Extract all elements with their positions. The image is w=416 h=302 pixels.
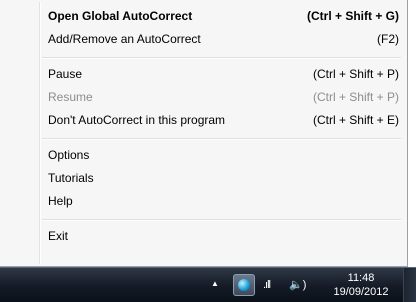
menu-item-dont-autocorrect-program[interactable]: Don't AutoCorrect in this program (Ctrl … (48, 109, 399, 131)
menu-item-shortcut: (Ctrl + Shift + P) (312, 67, 399, 81)
network-signal-icon[interactable]: .ıll (263, 279, 271, 291)
clock-date: 19/09/2012 (333, 286, 389, 298)
clock-time: 11:48 (347, 272, 375, 284)
menu-item-exit[interactable]: Exit (48, 225, 399, 247)
menu-item-label: Pause (48, 67, 83, 81)
system-clock[interactable]: 11:48 19/09/2012 (326, 271, 396, 299)
menu-item-options[interactable]: Options (48, 144, 399, 166)
menu-item-pause[interactable]: Pause (Ctrl + Shift + P) (48, 63, 399, 85)
taskbar: ▲ .ıll 🔈) 11:48 19/09/2012 (0, 267, 416, 302)
menu-item-label: Help (48, 194, 73, 208)
menu-item-label: Don't AutoCorrect in this program (48, 113, 226, 127)
menu-item-label: Open Global AutoCorrect (48, 9, 193, 23)
menu-item-shortcut: (Ctrl + Shift + G) (306, 9, 399, 23)
menu-separator (42, 219, 401, 221)
menu-item-open-global-autocorrect[interactable]: Open Global AutoCorrect (Ctrl + Shift + … (48, 5, 399, 27)
menu-item-label: Tutorials (48, 171, 94, 185)
menu-item-label: Exit (48, 229, 69, 243)
menu-separator (42, 57, 401, 59)
show-hidden-icons-icon[interactable]: ▲ (211, 279, 219, 288)
menu-item-shortcut: (F2) (377, 32, 399, 46)
menu-item-shortcut: (Ctrl + Shift + E) (312, 113, 399, 127)
context-menu: Open Global AutoCorrect (Ctrl + Shift + … (0, 0, 408, 267)
tray-app-globe-icon (238, 279, 250, 291)
show-desktop-button[interactable] (403, 268, 416, 302)
menu-separator (42, 138, 401, 140)
menu-item-shortcut: (Ctrl + Shift + P) (312, 90, 399, 104)
menu-item-label: Resume (48, 90, 93, 104)
menu-item-add-remove-autocorrect[interactable]: Add/Remove an AutoCorrect (F2) (48, 28, 399, 50)
menu-item-label: Add/Remove an AutoCorrect (48, 32, 201, 46)
menu-gutter (39, 2, 41, 264)
autocorrect-tray-icon[interactable] (233, 274, 255, 296)
menu-item-label: Options (48, 148, 90, 162)
volume-icon[interactable]: 🔈) (289, 278, 306, 291)
menu-item-tutorials[interactable]: Tutorials (48, 167, 399, 189)
menu-item-help[interactable]: Help (48, 190, 399, 212)
menu-item-resume: Resume (Ctrl + Shift + P) (48, 86, 399, 108)
